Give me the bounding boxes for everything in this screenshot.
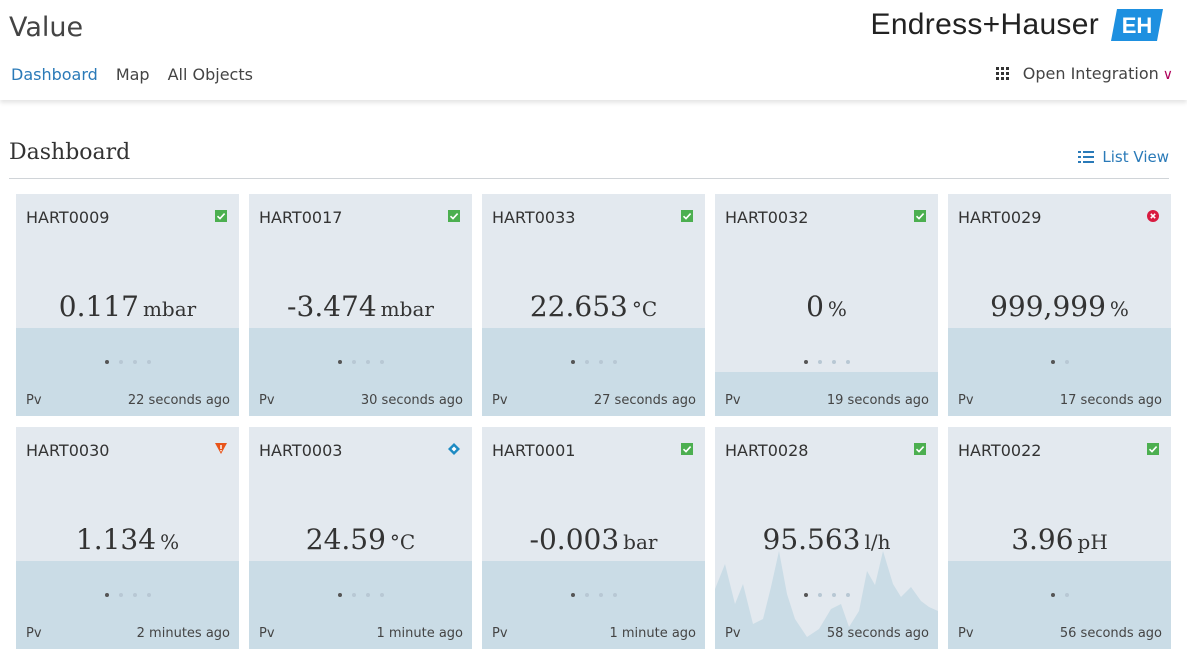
device-value: 0% [806,290,847,323]
variable-label: Pv [725,393,741,408]
last-updated: 2 minutes ago [136,626,230,641]
device-tile[interactable]: HART0009 0.117 mbar Pv 22 seconds ago [16,194,239,416]
list-view-button[interactable]: List View [1078,148,1169,166]
device-value: 95.563 l/h [762,523,891,556]
status-ok-icon [1147,443,1159,455]
brand: Endress+Hauser EH [871,8,1163,42]
top-bar: Value Dashboard Map All Objects Endress+… [0,0,1187,100]
device-tile[interactable]: HART0032 0% Pv 19 seconds ago [715,194,938,416]
page-dots[interactable] [249,593,472,597]
device-value: 0.117 mbar [58,290,197,323]
status-ok-icon [914,210,926,222]
integration-menu[interactable]: Open Integration ∨ [995,64,1173,83]
page-dots[interactable] [249,360,472,364]
last-updated: 1 minute ago [609,626,696,641]
nav-all-objects[interactable]: All Objects [168,65,253,84]
variable-label: Pv [26,626,42,641]
device-name: HART0032 [725,208,809,227]
device-value: -0.003 bar [529,523,658,556]
page-dots[interactable] [715,360,938,364]
device-value: 24.59 °C [305,523,416,556]
variable-label: Pv [26,393,42,408]
device-value: 3.96 pH [1011,523,1108,556]
last-updated: 56 seconds ago [1059,626,1162,641]
page-title: Dashboard [9,140,131,165]
status-ok-icon [681,443,693,455]
device-name: HART0033 [492,208,576,227]
page-dots[interactable] [715,593,938,597]
status-info-icon [448,443,460,455]
last-updated: 58 seconds ago [826,626,929,641]
status-ok-icon [448,210,460,222]
status-warning-icon [215,443,227,454]
device-value: 999,999% [990,290,1129,323]
brand-name: Endress+Hauser [870,8,1099,41]
variable-label: Pv [958,393,974,408]
device-name: HART0029 [958,208,1042,227]
device-tile[interactable]: HART0033 22.653 °C Pv 27 seconds ago [482,194,705,416]
last-updated: 27 seconds ago [593,393,696,408]
section-header: Dashboard List View [9,140,1169,179]
page-dots[interactable] [948,593,1171,597]
last-updated: 1 minute ago [376,626,463,641]
device-name: HART0028 [725,441,809,460]
variable-label: Pv [259,626,275,641]
variable-label: Pv [259,393,275,408]
device-tile[interactable]: HART0028 95.563 l/h Pv 58 seconds ago [715,427,938,649]
status-error-icon [1147,210,1159,222]
device-tile[interactable]: HART0030 1.134% Pv 2 minutes ago [16,427,239,649]
apps-grid-icon[interactable] [995,67,1009,80]
integration-label[interactable]: Open Integration [1023,64,1159,83]
last-updated: 22 seconds ago [127,393,230,408]
variable-label: Pv [725,626,741,641]
device-tile[interactable]: HART0029 999,999% Pv 17 seconds ago [948,194,1171,416]
device-value: 22.653 °C [529,290,658,323]
nav-dashboard[interactable]: Dashboard [11,65,98,84]
nav-map[interactable]: Map [116,65,150,84]
device-tile[interactable]: HART0022 3.96 pH Pv 56 seconds ago [948,427,1171,649]
device-name: HART0003 [259,441,343,460]
main-nav: Dashboard Map All Objects [11,65,253,84]
variable-label: Pv [492,626,508,641]
device-name: HART0009 [26,208,110,227]
status-ok-icon [215,210,227,222]
last-updated: 17 seconds ago [1059,393,1162,408]
last-updated: 30 seconds ago [360,393,463,408]
device-name: HART0017 [259,208,343,227]
brand-logo: EH [1111,9,1163,41]
page-dots[interactable] [948,360,1171,364]
list-icon [1078,151,1095,163]
page-dots[interactable] [482,360,705,364]
chevron-down-icon[interactable]: ∨ [1163,67,1173,83]
device-name: HART0030 [26,441,110,460]
device-name: HART0022 [958,441,1042,460]
device-tile[interactable]: HART0017 -3.474 mbar Pv 30 seconds ago [249,194,472,416]
variable-label: Pv [492,393,508,408]
status-ok-icon [681,210,693,222]
page-dots[interactable] [16,593,239,597]
page-dots[interactable] [16,360,239,364]
app-title: Value [9,12,84,43]
brand-logo-text: EH [1122,13,1153,38]
list-view-label[interactable]: List View [1102,148,1169,166]
variable-label: Pv [958,626,974,641]
device-tile[interactable]: HART0003 24.59 °C Pv 1 minute ago [249,427,472,649]
device-value: -3.474 mbar [287,290,434,323]
last-updated: 19 seconds ago [826,393,929,408]
device-name: HART0001 [492,441,576,460]
device-value: 1.134% [75,523,180,556]
device-tile[interactable]: HART0001 -0.003 bar Pv 1 minute ago [482,427,705,649]
page-dots[interactable] [482,593,705,597]
status-ok-icon [914,443,926,455]
